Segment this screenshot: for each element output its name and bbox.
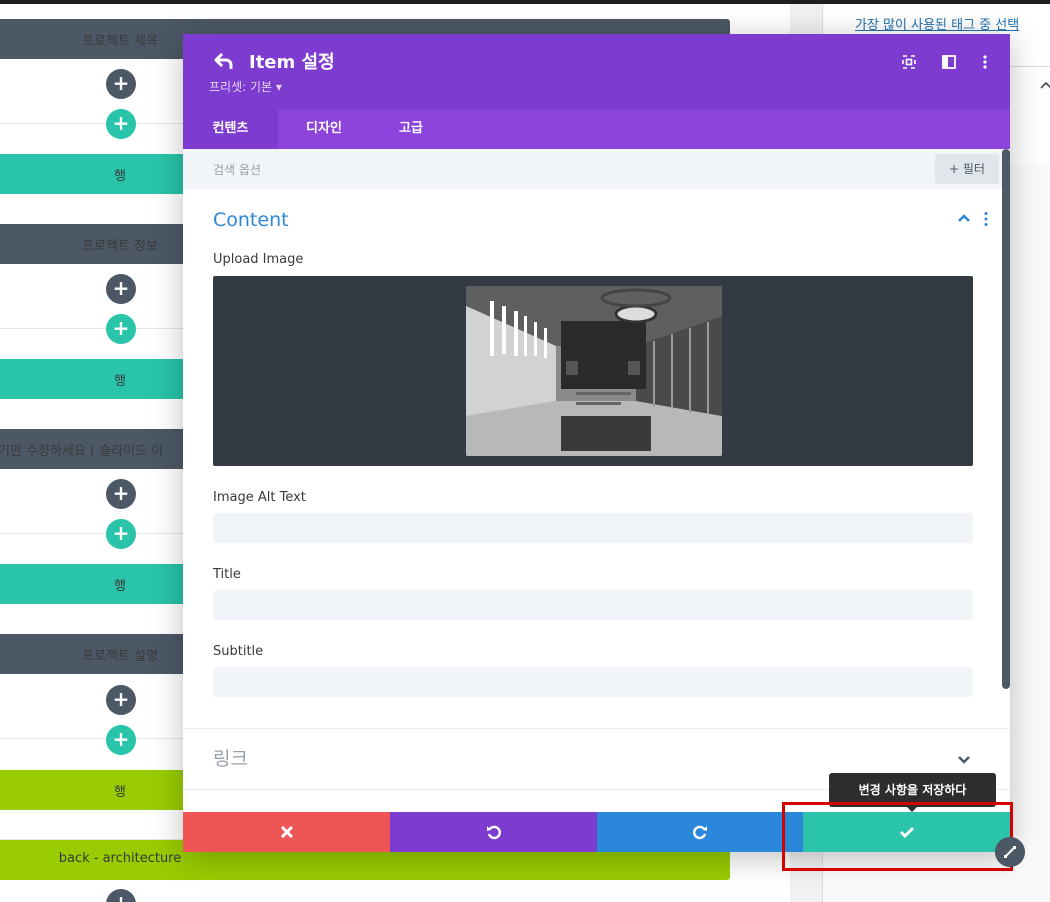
subtitle-label: Subtitle — [213, 644, 264, 659]
redo-icon — [693, 825, 707, 840]
undo-icon — [486, 825, 501, 840]
add-row-button[interactable]: + — [106, 69, 136, 99]
tab-content[interactable]: 컨텐츠 — [183, 109, 278, 149]
split-view-icon[interactable] — [941, 54, 957, 70]
add-row-button[interactable]: + — [106, 479, 136, 509]
content-section-title[interactable]: Content — [213, 209, 289, 231]
uploaded-image-preview[interactable] — [466, 286, 722, 456]
architecture-photo-icon — [466, 286, 722, 456]
close-icon — [280, 825, 293, 839]
resize-handle-icon[interactable] — [995, 837, 1025, 867]
undo-button[interactable] — [390, 812, 597, 852]
search-options-row: 검색 옵션 + 필터 — [183, 149, 1010, 189]
fullscreen-icon[interactable] — [901, 54, 917, 70]
subtitle-input[interactable] — [213, 667, 973, 697]
back-arrow-icon[interactable] — [213, 50, 235, 72]
add-module-button[interactable]: + — [106, 314, 136, 344]
chevron-up-icon[interactable] — [1040, 80, 1050, 90]
modal-title: Item 설정 — [249, 52, 335, 73]
add-row-button[interactable]: + — [106, 889, 136, 902]
section-label: 기만 수정하세요 ( 슬라이드 이 — [0, 444, 164, 459]
add-row-button[interactable]: + — [106, 274, 136, 304]
discard-button[interactable] — [183, 812, 390, 852]
image-alt-text-label: Image Alt Text — [213, 490, 306, 505]
modal-tabs: 컨텐츠 디자인 고급 — [183, 109, 1010, 149]
item-settings-modal: Item 설정 프리셋: 기본 ▾ 컨텐츠 디자인 고급 검색 옵션 + 필터 … — [183, 34, 1010, 852]
title-input[interactable] — [213, 590, 973, 620]
right-panel-divider — [1010, 66, 1050, 67]
link-section-title[interactable]: 링크 — [213, 744, 248, 771]
add-row-button[interactable]: + — [106, 685, 136, 715]
filter-button[interactable]: + 필터 — [935, 154, 999, 184]
settings-content: Content Upload Image Image Alt Text Titl… — [183, 189, 1010, 833]
modal-scrollbar[interactable] — [1002, 149, 1010, 689]
tab-advanced[interactable]: 고급 — [370, 109, 452, 149]
search-options-input[interactable]: 검색 옵션 — [213, 161, 261, 178]
add-module-button[interactable]: + — [106, 519, 136, 549]
add-module-button[interactable]: + — [106, 109, 136, 139]
more-options-icon[interactable] — [977, 54, 993, 70]
section-divider — [183, 728, 1010, 729]
modal-header: Item 설정 프리셋: 기본 ▾ — [183, 34, 1010, 109]
collapse-chevron-icon[interactable] — [957, 213, 971, 223]
expand-chevron-icon[interactable] — [957, 755, 971, 765]
redo-button[interactable] — [597, 812, 803, 852]
upload-image-label: Upload Image — [213, 252, 304, 267]
tab-design[interactable]: 디자인 — [278, 109, 370, 149]
row-label: back - architecture — [58, 851, 182, 866]
image-alt-text-input[interactable] — [213, 513, 973, 543]
section-options-icon[interactable] — [983, 211, 989, 227]
most-used-tags-link[interactable]: 가장 많이 사용된 태그 중 선택 — [855, 14, 1019, 33]
upload-image-dropzone[interactable] — [213, 276, 973, 466]
highlight-box — [782, 802, 1013, 871]
preset-selector[interactable]: 프리셋: 기본 ▾ — [209, 78, 282, 95]
add-module-button[interactable]: + — [106, 725, 136, 755]
title-label: Title — [213, 567, 241, 582]
